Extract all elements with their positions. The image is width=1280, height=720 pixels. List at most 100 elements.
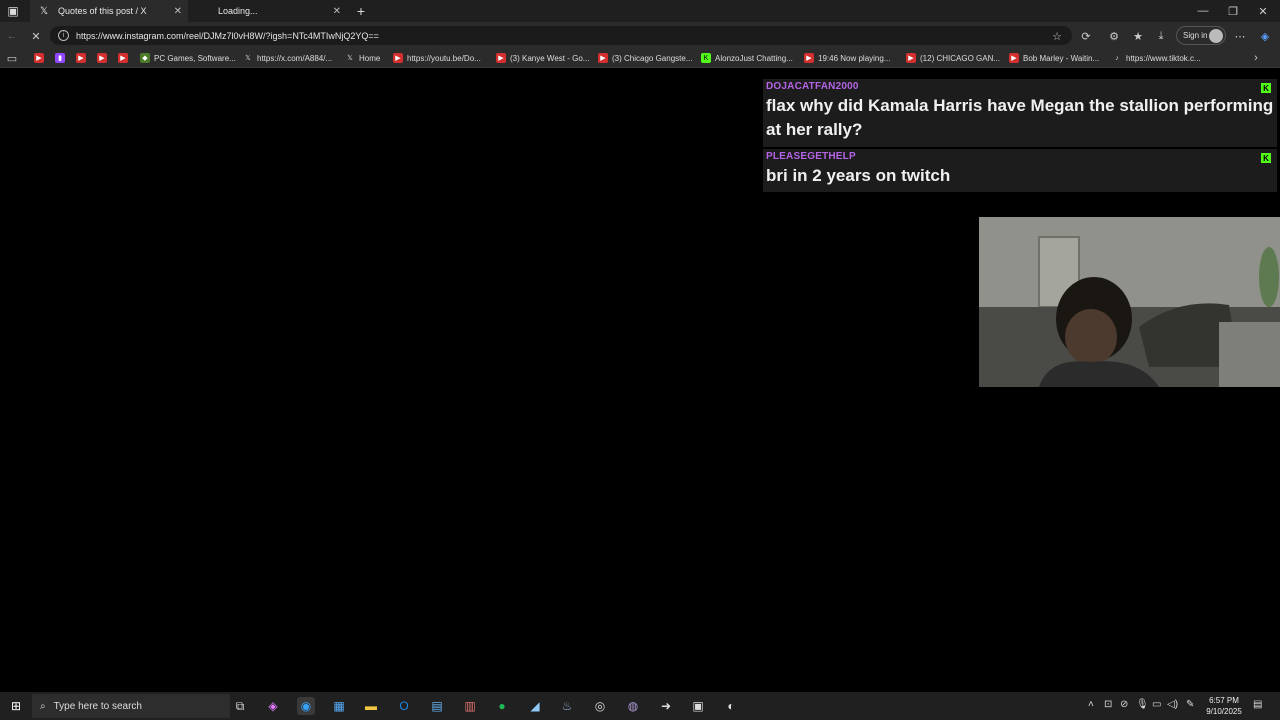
search-placeholder: Type here to search (53, 700, 142, 712)
youtube-icon: ▶ (34, 53, 44, 63)
network-icon[interactable]: ▭ (1152, 699, 1161, 710)
youtube-icon: ▶ (393, 53, 403, 63)
close-window-button[interactable]: ✕ (1248, 0, 1278, 22)
bookmark-1[interactable]: ▮ (55, 51, 69, 65)
youtube-icon: ▶ (804, 53, 814, 63)
bookmark-label: https://x.com/A884/... (257, 53, 333, 63)
favorite-star-icon[interactable]: ☆ (1049, 28, 1065, 44)
tab-title: Quotes of this post / X (58, 6, 147, 16)
bookmark-11[interactable]: K AlonzoJust Chatting... (701, 51, 793, 65)
restore-button[interactable]: ❐ (1218, 0, 1248, 22)
taskbar-search[interactable]: ⌕ Type here to search (32, 694, 230, 718)
edge-icon[interactable]: ◉ (297, 697, 315, 715)
clock[interactable]: 6:57 PM 9/10/2025 (1204, 695, 1244, 717)
kick-icon: K (1261, 83, 1271, 93)
tray-app-icon[interactable]: ⊡ (1104, 699, 1112, 710)
app-icon[interactable]: ◢ (526, 697, 544, 715)
microphone-icon[interactable]: 🎙 (1136, 699, 1149, 710)
task-view-icon[interactable]: ⧉ (231, 697, 249, 715)
bookmark-4[interactable]: ▶ (118, 51, 132, 65)
bookmark-label: Home (359, 53, 381, 63)
twitch-icon: ▮ (55, 53, 65, 63)
bookmark-6[interactable]: 𝕏https://x.com/A884/... (243, 51, 332, 65)
bookmark-0[interactable]: ▶ (34, 51, 48, 65)
tab-actions-icon[interactable]: ▣ (4, 2, 22, 20)
x-logo-icon: 𝕏 (245, 55, 251, 62)
outlook-icon[interactable]: O (395, 697, 413, 715)
bookmark-label: (3) Kanye West - Go... (510, 53, 590, 63)
bookmark-13[interactable]: ▶ (12) CHICAGO GAN... (906, 51, 1000, 65)
app-icon[interactable]: ▥ (461, 697, 479, 715)
youtube-icon: ▶ (598, 53, 608, 63)
copilot-icon[interactable]: ◈ (264, 697, 282, 715)
bookmark-5[interactable]: ◆ PC Games, Software... (140, 51, 236, 65)
favorites-icon[interactable]: ★ (1130, 28, 1146, 44)
tray-overflow-icon[interactable]: ˄ (1088, 699, 1094, 710)
spotify-icon[interactable]: ● (493, 697, 511, 715)
notifications-icon[interactable]: ▤ (1253, 699, 1262, 710)
bookmark-label: 19:46 Now playing... (818, 53, 891, 63)
volume-icon[interactable]: ◁) (1167, 699, 1178, 710)
search-icon: ⌕ (40, 700, 46, 712)
app-icon[interactable]: ➜ (657, 697, 675, 715)
close-tab-icon[interactable]: ✕ (333, 6, 341, 17)
chat-message: DOJACATFAN2000 flax why did Kamala Harri… (763, 79, 1277, 147)
file-explorer-icon[interactable]: ▬ (362, 697, 380, 715)
tiktok-icon: ♪ (1115, 54, 1119, 62)
bookmark-10[interactable]: ▶ (3) Chicago Gangste... (598, 51, 692, 65)
app-icon[interactable]: ◍ (624, 697, 642, 715)
bookmark-label: https://youtu.be/Do... (407, 53, 481, 63)
new-tab-button[interactable]: + (352, 2, 370, 20)
bookmark-12[interactable]: ▶ 19:46 Now playing... (804, 51, 891, 65)
bookmark-7[interactable]: 𝕏 Home (345, 51, 380, 65)
sign-in-button[interactable]: Sign in (1176, 26, 1226, 45)
app-icon[interactable]: ◐ (722, 697, 740, 715)
bookmark-label: PC Games, Software... (154, 53, 236, 63)
kick-icon: K (1261, 153, 1271, 163)
bookmark-3[interactable]: ▶ (97, 51, 111, 65)
bookmark-9[interactable]: ▶ (3) Kanye West - Go... (496, 51, 589, 65)
download-icon[interactable]: ⤓ (1153, 28, 1169, 44)
app-icon[interactable]: ▣ (689, 697, 707, 715)
tab-1[interactable]: Loading... ✕ (190, 0, 347, 22)
address-bar[interactable]: i https://www.instagram.com/reel/DJMz7l0… (50, 26, 1072, 45)
youtube-icon: ▶ (97, 53, 107, 63)
info-icon[interactable]: i (58, 30, 69, 41)
sign-in-label: Sign in (1183, 31, 1208, 40)
stop-loading-icon[interactable]: ✕ (28, 28, 44, 44)
tab-0[interactable]: 𝕏 Quotes of this post / X ✕ (30, 0, 188, 22)
bookmark-label: Bob Marley - Waitin... (1023, 53, 1100, 63)
bookmark-8[interactable]: ▶ https://youtu.be/Do... (393, 51, 481, 65)
bookmark-label: AlonzoJust Chatting... (715, 53, 793, 63)
copilot-icon[interactable]: ◈ (1257, 28, 1273, 44)
back-icon[interactable]: ← (4, 28, 20, 44)
chat-text: flax why did Kamala Harris have Megan th… (766, 96, 1274, 139)
chat-username: DOJACATFAN2000 (766, 81, 859, 92)
tray-app-icon[interactable]: ⊘ (1120, 699, 1128, 710)
bookmark-14[interactable]: ▶ Bob Marley - Waitin... (1009, 51, 1099, 65)
extensions-icon[interactable]: ⚙ (1106, 28, 1122, 44)
app-icon[interactable]: ◎ (591, 697, 609, 715)
games-icon: ◆ (140, 53, 150, 63)
steam-icon[interactable]: ♨ (558, 697, 576, 715)
bookmark-15[interactable]: ♪ https://www.tiktok.c... (1112, 51, 1200, 65)
kick-icon: K (701, 53, 711, 63)
youtube-icon: ▶ (76, 53, 86, 63)
webcam-feed (979, 217, 1280, 387)
bookmark-2[interactable]: ▶ (76, 51, 90, 65)
more-menu-icon[interactable]: ⋯ (1232, 28, 1248, 44)
bookmarks-overflow-icon[interactable]: › (1248, 50, 1264, 66)
bookmarks-menu-icon[interactable]: ▭ (4, 50, 20, 66)
webcam-scene (979, 217, 1280, 387)
bookmark-label: (3) Chicago Gangste... (612, 53, 693, 63)
store-icon[interactable]: ▦ (330, 697, 348, 715)
clock-date: 9/10/2025 (1206, 707, 1242, 716)
chat-message: PLEASEGETHELP bri in 2 years on twitch K (763, 149, 1277, 192)
windows-start-icon[interactable]: ⊞ (7, 697, 25, 715)
refresh-icon[interactable]: ⟳ (1078, 28, 1094, 44)
close-tab-icon[interactable]: ✕ (174, 6, 182, 17)
youtube-icon: ▶ (1009, 53, 1019, 63)
minimize-button[interactable]: — (1188, 0, 1218, 22)
app-icon[interactable]: ▤ (428, 697, 446, 715)
pen-icon[interactable]: ✎ (1186, 699, 1194, 710)
